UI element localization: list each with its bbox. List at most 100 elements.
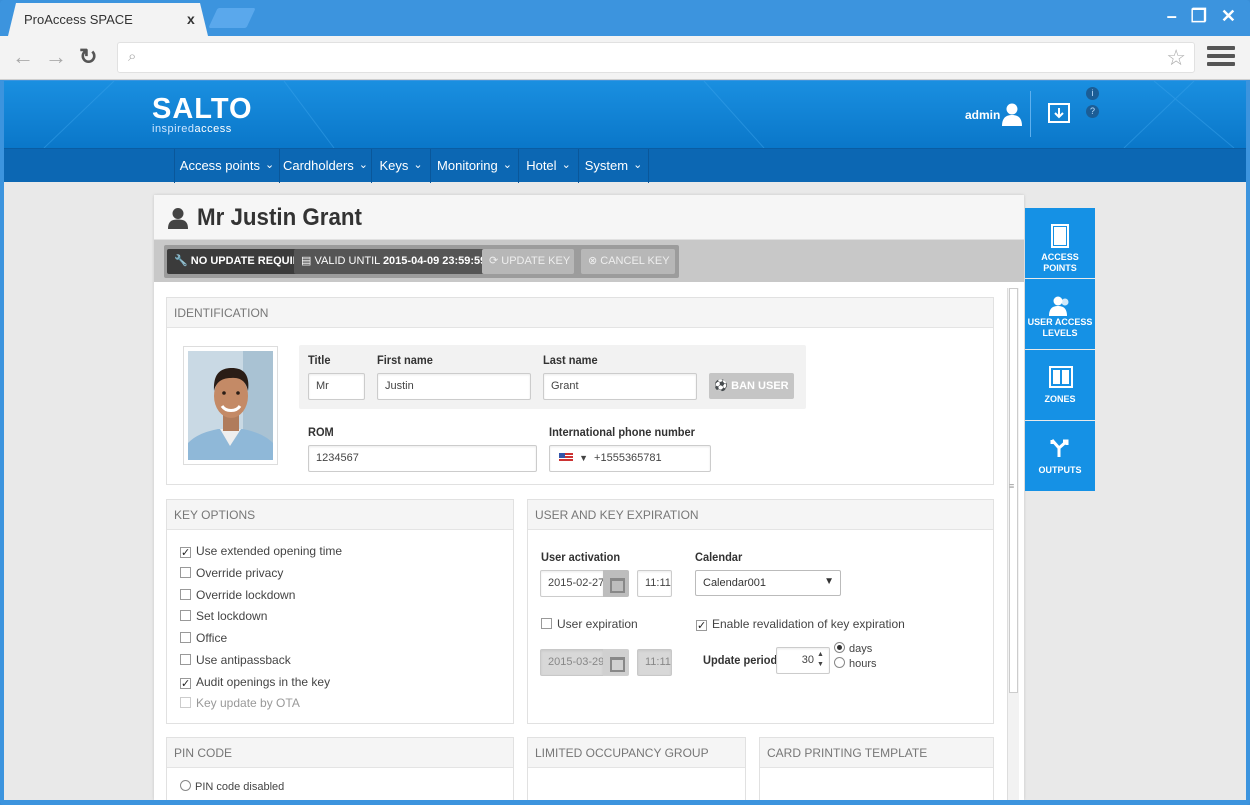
close-window-button[interactable]: ✕	[1221, 6, 1236, 27]
phone-label: International phone number	[549, 425, 695, 439]
checkbox-override-privacy[interactable]	[180, 567, 191, 578]
ban-user-icon: ⚽	[714, 380, 729, 392]
chevron-down-icon[interactable]: ▼	[579, 453, 588, 463]
nav-keys[interactable]: Keys	[372, 149, 431, 183]
reload-icon[interactable]: ↻	[79, 44, 97, 70]
pin-code-panel: PIN CODE PIN code disabled	[166, 737, 514, 800]
nav-hotel[interactable]: Hotel	[519, 149, 579, 183]
expiration-heading: USER AND KEY EXPIRATION	[528, 500, 993, 530]
first-name-field[interactable]: Justin	[377, 373, 531, 400]
calendar-icon: ▤	[301, 255, 312, 267]
info-icon[interactable]: i	[1086, 87, 1099, 100]
forward-icon[interactable]: →	[45, 44, 67, 70]
nav-access-points[interactable]: Access points	[174, 149, 280, 183]
cardholder-photo[interactable]	[183, 346, 278, 465]
us-flag-icon[interactable]	[559, 453, 573, 462]
option-label: Override privacy	[196, 566, 284, 580]
tile-access-points[interactable]: ACCESS POINTS	[1025, 208, 1095, 278]
rom-label: ROM	[308, 425, 334, 439]
calendar-select-value: Calendar001	[703, 577, 766, 589]
unit-hours-radio[interactable]: hours	[834, 657, 877, 670]
option-extended-opening[interactable]: ✓ Use extended opening time	[180, 544, 342, 559]
browser-tab[interactable]: ProAccess SPACE x	[8, 3, 208, 36]
option-label: Key update by OTA	[196, 696, 300, 710]
checkbox-extended-opening[interactable]: ✓	[180, 547, 191, 559]
radio-dot[interactable]	[834, 657, 845, 668]
web-page: SALTO inspiredaccess admin i ? Access po…	[4, 81, 1246, 800]
nav-cardholders[interactable]: Cardholders	[280, 149, 372, 183]
download-icon[interactable]	[1047, 101, 1071, 125]
checkbox-antipassback[interactable]	[180, 654, 191, 665]
checkbox-revalidation[interactable]: ✓	[696, 620, 707, 632]
bookmark-star-icon[interactable]: ☆	[1166, 45, 1186, 71]
last-name-field[interactable]: Grant	[543, 373, 697, 400]
checkbox-user-expiration[interactable]	[541, 618, 552, 629]
tile-label: ZONES	[1044, 394, 1076, 404]
card-scrollbar[interactable]: ≡	[1007, 288, 1019, 800]
address-bar[interactable]: ⌕ ☆	[117, 42, 1195, 73]
update-period-stepper[interactable]: ▲ ▼	[817, 650, 824, 670]
current-user[interactable]: admin	[965, 108, 1000, 122]
wrench-icon: 🔧	[174, 255, 188, 267]
name-form: Title Mr First name Justin Last name Gra…	[299, 345, 806, 409]
help-icon[interactable]: ?	[1086, 105, 1099, 118]
limited-occupancy-panel: LIMITED OCCUPANCY GROUP	[527, 737, 746, 800]
nav-monitoring[interactable]: Monitoring	[431, 149, 519, 183]
portrait-image	[188, 351, 273, 460]
unit-days-radio[interactable]: days	[834, 642, 872, 655]
cancel-key-button[interactable]: ⊗ CANCEL KEY	[581, 249, 675, 274]
option-audit-openings[interactable]: ✓ Audit openings in the key	[180, 675, 330, 690]
activation-date-field[interactable]: 2015-02-27	[540, 570, 604, 597]
key-status-bar: 🔧 NO UPDATE REQUIRED ▤ VALID UNTIL 2015-…	[154, 240, 1024, 282]
option-override-lockdown[interactable]: Override lockdown	[180, 588, 295, 602]
update-period-label: Update period	[703, 653, 778, 667]
page-title: Mr Justin Grant	[197, 204, 362, 231]
radio-dot[interactable]	[834, 642, 845, 653]
ban-user-label: BAN USER	[731, 380, 789, 392]
salto-logo: SALTO	[152, 93, 253, 125]
option-antipassback[interactable]: Use antipassback	[180, 653, 291, 667]
side-tiles: ACCESS POINTS USER ACCESS LEVELS ZONES O…	[1025, 208, 1095, 492]
checkbox-override-lockdown[interactable]	[180, 589, 191, 600]
browser-menu-icon[interactable]	[1207, 46, 1235, 70]
checkbox-audit-openings[interactable]: ✓	[180, 678, 191, 690]
checkbox-set-lockdown[interactable]	[180, 610, 191, 621]
title-field[interactable]: Mr	[308, 373, 365, 400]
tile-zones[interactable]: ZONES	[1025, 350, 1095, 420]
checkbox-office[interactable]	[180, 632, 191, 643]
user-icon[interactable]	[1001, 102, 1023, 126]
unit-hours-label: hours	[849, 658, 877, 670]
tile-outputs[interactable]: OUTPUTS	[1025, 421, 1095, 491]
identification-heading: IDENTIFICATION	[167, 298, 993, 328]
pin-disabled-radio[interactable]: PIN code disabled	[180, 780, 284, 793]
logo-tagline: inspiredaccess	[152, 123, 232, 135]
card-header: Mr Justin Grant	[154, 195, 1024, 240]
ban-user-button[interactable]: ⚽ BAN USER	[709, 373, 794, 399]
option-office[interactable]: Office	[180, 631, 227, 645]
user-expiration-label: User expiration	[557, 617, 638, 631]
activation-calendar-icon[interactable]	[603, 570, 629, 597]
user-expiration-option[interactable]: User expiration	[541, 617, 638, 631]
tile-label: ACCESS POINTS	[1041, 252, 1079, 273]
update-key-button[interactable]: ⟳ UPDATE KEY	[482, 249, 574, 274]
search-icon: ⌕	[128, 48, 137, 65]
phone-field[interactable]: ▼ +1555365781	[549, 445, 711, 472]
revalidation-option[interactable]: ✓ Enable revalidation of key expiration	[696, 617, 905, 632]
radio-dot[interactable]	[180, 780, 191, 791]
calendar-select[interactable]: Calendar001 ▼	[695, 570, 841, 596]
new-tab-button[interactable]	[208, 8, 256, 28]
option-override-privacy[interactable]: Override privacy	[180, 566, 283, 580]
pin-code-heading: PIN CODE	[167, 738, 513, 768]
maximize-button[interactable]: ❒	[1191, 6, 1207, 27]
tile-user-access-levels[interactable]: USER ACCESS LEVELS	[1025, 279, 1095, 349]
option-label: Override lockdown	[196, 588, 296, 602]
rom-field[interactable]: 1234567	[308, 445, 537, 472]
option-set-lockdown[interactable]: Set lockdown	[180, 609, 267, 623]
header-divider	[1030, 91, 1031, 137]
minimize-button[interactable]: –	[1167, 6, 1177, 27]
option-key-update-ota: Key update by OTA	[180, 696, 300, 710]
back-icon[interactable]: ←	[12, 44, 34, 70]
nav-system[interactable]: System	[579, 149, 649, 183]
activation-time-field[interactable]: 11:11	[637, 570, 672, 597]
tab-close-button[interactable]: x	[187, 11, 195, 27]
